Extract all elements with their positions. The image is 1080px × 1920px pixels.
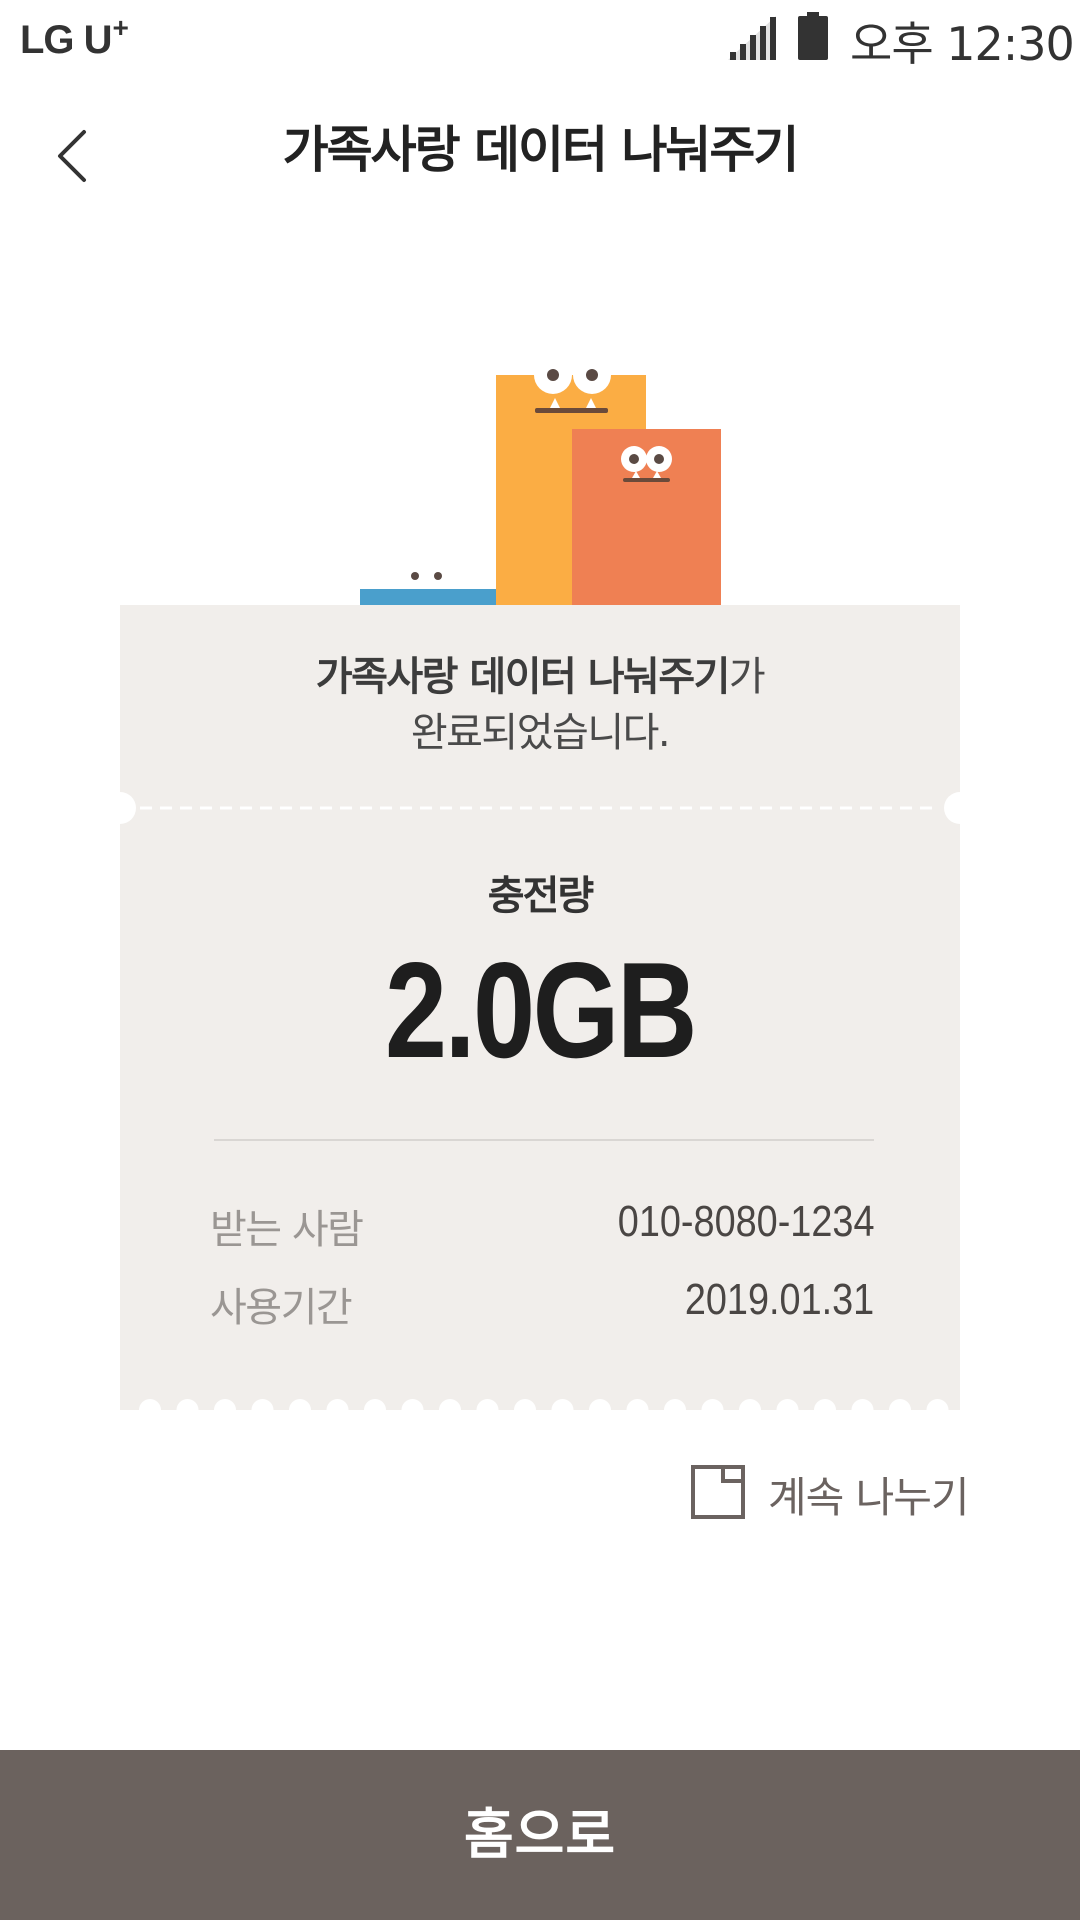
carrier-plus: + xyxy=(112,12,129,43)
carrier-name: LG U xyxy=(20,18,113,62)
completion-message-suffix: 가 xyxy=(728,654,766,700)
completion-message-line2: 완료되었습니다. xyxy=(410,710,671,756)
charge-amount: 2.0GB xyxy=(384,934,697,1086)
carrier-logo: LG U+ xyxy=(20,12,129,63)
note-icon xyxy=(691,1465,745,1519)
recipient-value: 010-8080-1234 xyxy=(617,1197,874,1246)
result-ticket: 가족사랑 데이터 나눠주기가 완료되었습니다. 충전량 2.0GB 받는 사람 … xyxy=(120,605,960,1410)
period-value: 2019.01.31 xyxy=(684,1275,874,1324)
signal-icon xyxy=(728,16,776,60)
continue-share-label: 계속 나누기 xyxy=(768,1473,970,1522)
continue-share-button[interactable]: 계속 나누기 xyxy=(686,1462,970,1522)
completion-message-service: 가족사랑 데이터 나눠주기 xyxy=(315,654,731,700)
page-title: 가족사랑 데이터 나눠주기 xyxy=(282,121,800,179)
ticket-divider xyxy=(214,1139,874,1141)
battery-icon xyxy=(798,12,828,60)
period-row: 사용기간 2019.01.31 xyxy=(210,1275,874,1335)
charge-label: 충전량 xyxy=(487,873,594,919)
status-bar: LG U+ 오후 12:30 xyxy=(0,0,1080,76)
family-characters-illustration xyxy=(360,356,721,610)
app-header: 가족사랑 데이터 나눠주기 xyxy=(0,80,1080,220)
status-time: 오후 12:30 xyxy=(850,17,1075,71)
home-button[interactable]: 홈으로 xyxy=(0,1750,1080,1920)
completion-message: 가족사랑 데이터 나눠주기가 완료되었습니다. xyxy=(120,649,960,761)
recipient-label: 받는 사람 xyxy=(210,1207,364,1253)
recipient-row: 받는 사람 010-8080-1234 xyxy=(210,1197,874,1257)
period-label: 사용기간 xyxy=(210,1285,353,1331)
